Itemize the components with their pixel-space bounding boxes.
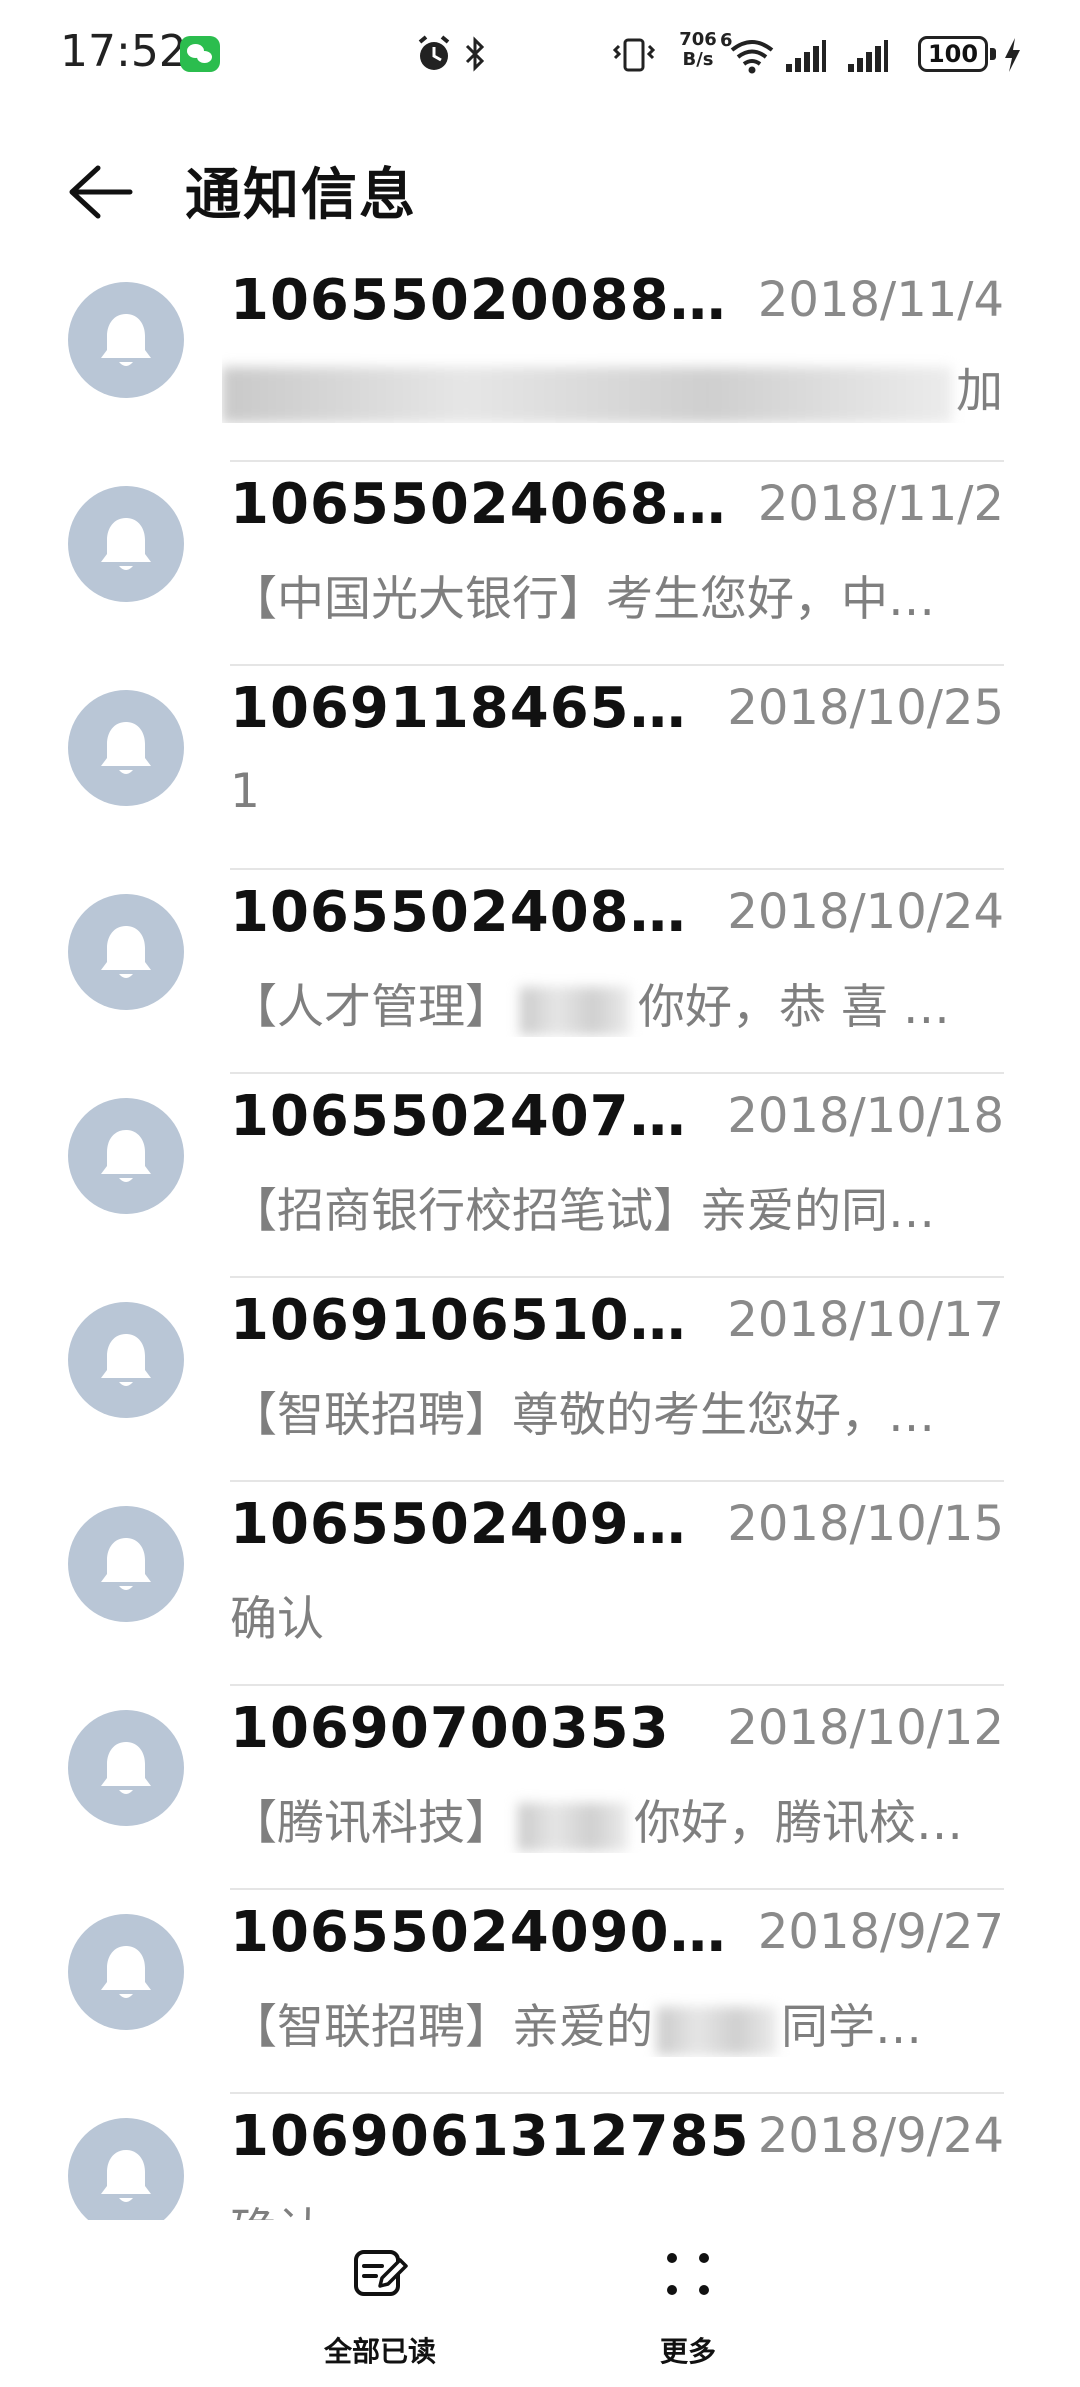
message-date: 2018/10/12 (727, 1700, 1004, 1756)
back-button[interactable] (62, 152, 142, 232)
signal-icon (786, 40, 826, 72)
redacted-text (657, 2006, 777, 2055)
battery-level: 100 (927, 40, 979, 68)
message-preview: 加 (222, 352, 1002, 423)
sender-number: 1065502409… (230, 1492, 687, 1557)
alarm-icon (418, 35, 450, 70)
mark-all-read-button[interactable]: 全部已读 (280, 2220, 480, 2387)
message-date: 2018/11/4 (757, 272, 1004, 328)
list-item[interactable]: 1069118465… 2018/10/25 1 (0, 666, 1080, 870)
bell-icon (101, 314, 151, 366)
message-preview: 【腾讯科技】 你好，腾讯校… (230, 1784, 1010, 1853)
charging-icon (1005, 38, 1020, 72)
sender-number: 1069118465… (230, 676, 687, 741)
message-preview: 【智联招聘】亲爱的 同学… (230, 1988, 1010, 2057)
bell-icon (101, 722, 151, 774)
list-item[interactable]: 1069061312785 2018/9/24 确认 (0, 2094, 1080, 2220)
bell-icon (101, 2150, 151, 2202)
message-date: 2018/10/25 (727, 680, 1004, 736)
network-speed: 706 B/s (676, 30, 720, 70)
network-speed-unit: B/s (682, 49, 714, 70)
message-preview: 【智联招聘】尊敬的考生您好，… (230, 1388, 935, 1443)
sender-number: 1069061312785 (230, 2104, 750, 2169)
redacted-text (518, 1802, 628, 1851)
sender-number: 1065502408… (230, 880, 687, 945)
sender-number: 10655020088… (230, 268, 727, 333)
message-date: 2018/10/15 (727, 1496, 1004, 1552)
message-preview: 确认 (230, 2192, 1010, 2220)
more-label: 更多 (659, 2335, 716, 2368)
message-preview: 确认 (230, 1592, 324, 1647)
sender-number: 1069106510… (230, 1288, 687, 1353)
avatar (68, 282, 184, 398)
bell-icon (101, 518, 151, 570)
message-preview-text: 你好，恭 喜 … (638, 980, 950, 1035)
avatar (68, 1302, 184, 1418)
redacted-text (520, 986, 630, 1035)
message-date: 2018/10/24 (727, 884, 1004, 940)
list-item[interactable]: 1065502408… 2018/10/24 【人才管理】 你好，恭 喜 … (0, 870, 1080, 1074)
network-speed-value: 706 (679, 29, 717, 50)
more-button[interactable]: 更多 (588, 2220, 788, 2387)
sender-number: 10690700353 (230, 1696, 670, 1761)
message-preview-text: 加 (956, 364, 1002, 419)
message-preview-text: 【人才管理】 (230, 980, 512, 1035)
mark-all-read-label: 全部已读 (323, 2335, 436, 2368)
mark-read-icon (354, 2250, 408, 2296)
message-preview-text: 【腾讯科技】 (230, 1796, 512, 1851)
avatar (68, 2118, 184, 2220)
avatar (68, 1914, 184, 2030)
app-header: 通知信息 (0, 110, 1080, 270)
battery-icon: 100 (918, 36, 988, 72)
more-icon (667, 2253, 709, 2295)
message-preview: 【人才管理】 你好，恭 喜 … (230, 968, 1010, 1037)
list-item[interactable]: 10690700353 2018/10/12 【腾讯科技】 你好，腾讯校… (0, 1686, 1080, 1890)
battery-cap (990, 48, 996, 60)
bell-icon (101, 1742, 151, 1794)
status-bar: 17:52 706 B/s 6 100 (0, 0, 1080, 110)
wechat-icon (180, 36, 220, 72)
list-item[interactable]: 10655020088… 2018/11/4 加 (0, 258, 1080, 462)
arrow-left-icon (69, 165, 133, 219)
sender-number: 10655024090… (230, 1900, 727, 1965)
notification-list[interactable]: 10655020088… 2018/11/4 加 10655024068… 20… (0, 258, 1080, 2220)
list-item[interactable]: 1065502407… 2018/10/18 【招商银行校招笔试】亲爱的同… (0, 1074, 1080, 1278)
message-date: 2018/9/27 (757, 1904, 1004, 1960)
message-date: 2018/10/18 (727, 1088, 1004, 1144)
signal-icon (848, 40, 888, 72)
sender-number: 10655024068… (230, 472, 727, 537)
avatar (68, 1710, 184, 1826)
avatar (68, 486, 184, 602)
vibrate-icon (612, 38, 656, 72)
message-date: 2018/11/2 (757, 476, 1004, 532)
list-item[interactable]: 1065502409… 2018/10/15 确认 (0, 1482, 1080, 1686)
list-item[interactable]: 10655024090… 2018/9/27 【智联招聘】亲爱的 同学… (0, 1890, 1080, 2094)
wifi-icon (730, 40, 774, 74)
list-item[interactable]: 1069106510… 2018/10/17 【智联招聘】尊敬的考生您好，… (0, 1278, 1080, 1482)
page-title: 通知信息 (185, 163, 417, 228)
status-time: 17:52 (60, 26, 187, 77)
message-preview-text: 你好，腾讯校… (634, 1796, 963, 1851)
bell-icon (101, 1130, 151, 1182)
message-preview: 【中国光大银行】考生您好，中… (230, 572, 935, 627)
message-preview: 1 (230, 764, 260, 819)
message-preview-text: 同学… (781, 2000, 922, 2055)
avatar (68, 1506, 184, 1622)
bell-icon (101, 926, 151, 978)
redacted-text (222, 366, 952, 423)
bell-icon (101, 1538, 151, 1590)
bluetooth-icon (465, 36, 485, 72)
message-date: 2018/10/17 (727, 1292, 1004, 1348)
sender-number: 1065502407… (230, 1084, 687, 1149)
avatar (68, 1098, 184, 1214)
message-date: 2018/9/24 (757, 2108, 1004, 2164)
bell-icon (101, 1334, 151, 1386)
avatar (68, 690, 184, 806)
message-preview: 【招商银行校招笔试】亲爱的同… (230, 1184, 935, 1239)
message-preview-text: 【智联招聘】亲爱的 (230, 2000, 653, 2055)
list-item[interactable]: 10655024068… 2018/11/2 【中国光大银行】考生您好，中… (0, 462, 1080, 666)
bell-icon (101, 1946, 151, 1998)
avatar (68, 894, 184, 1010)
bottom-toolbar: 全部已读 更多 (0, 2220, 1080, 2387)
